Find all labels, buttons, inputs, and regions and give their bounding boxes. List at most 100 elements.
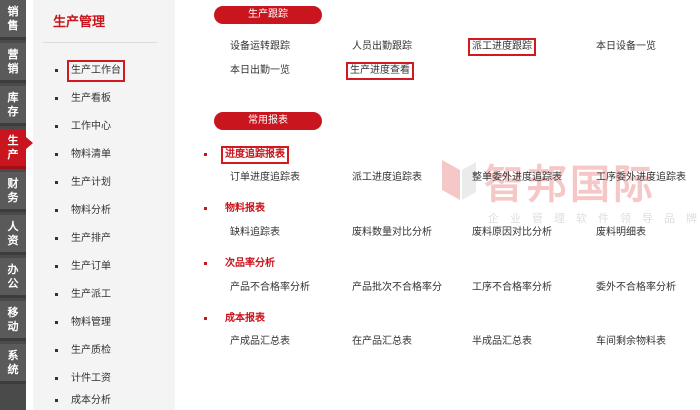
bullet-icon [55, 68, 58, 72]
bullet-icon [55, 320, 58, 324]
submenu-item-material-mgmt[interactable]: 物料管理 [55, 312, 115, 332]
report-heading-label: 成本报表 [225, 313, 265, 324]
rail-item-char: 资 [7, 234, 19, 247]
rail-item-inventory[interactable]: 库 存 [0, 86, 26, 126]
production-submenu: 生产管理 生产工作台 生产看板 工作中心 物料清单 生产计划 物料分析 生产排产… [33, 0, 175, 410]
rail-item-char: 公 [7, 277, 19, 290]
report-heading-label: 次品率分析 [225, 258, 275, 269]
link-outsource-order-progress[interactable]: 整单委外进度追踪表 [468, 169, 566, 187]
rail-item-char: 销 [7, 62, 19, 75]
link-attendance-tracking[interactable]: 人员出勤跟踪 [348, 38, 416, 56]
rail-item-char: 库 [7, 91, 19, 104]
link-outsource-defect[interactable]: 委外不合格率分析 [592, 279, 680, 297]
report-heading-label: 进度追踪报表 [221, 146, 289, 164]
submenu-item-label: 物料清单 [71, 149, 111, 160]
link-semi-finished-summary[interactable]: 半成品汇总表 [468, 333, 536, 351]
bullet-icon [55, 376, 58, 380]
bullet-icon [55, 398, 58, 402]
report-heading-progress: 进度追踪报表 [204, 146, 289, 164]
bullet-icon [204, 261, 207, 265]
bullet-icon [55, 152, 58, 156]
link-equipment-tracking[interactable]: 设备运转跟踪 [226, 38, 294, 56]
link-product-defect[interactable]: 产品不合格率分析 [226, 279, 314, 297]
link-equipment-today[interactable]: 本日设备一览 [592, 38, 660, 56]
submenu-item-label: 生产工作台 [67, 60, 125, 82]
rail-item-sales[interactable]: 销 售 [0, 0, 26, 40]
submenu-title: 生产管理 [53, 15, 106, 30]
submenu-item-label: 生产看板 [71, 93, 111, 104]
link-scrap-quantity[interactable]: 废料数量对比分析 [348, 224, 436, 242]
rail-item-char: 财 [7, 177, 19, 190]
link-production-progress[interactable]: 生产进度查看 [346, 62, 414, 80]
link-outsource-process-progress[interactable]: 工序委外进度追踪表 [592, 169, 690, 187]
rail-item-system[interactable]: 系 统 [0, 344, 26, 384]
submenu-item-label: 生产排产 [71, 233, 111, 244]
submenu-divider [43, 42, 157, 43]
link-scrap-reason[interactable]: 废料原因对比分析 [468, 224, 556, 242]
submenu-item-label: 生产派工 [71, 289, 111, 300]
rail-item-char: 务 [7, 191, 19, 204]
report-heading-material: 物料报表 [204, 200, 269, 218]
submenu-item-label: 生产计划 [71, 177, 111, 188]
submenu-item-workbench[interactable]: 生产工作台 [55, 60, 125, 82]
rail-item-char: 营 [7, 48, 19, 61]
submenu-item-kanban[interactable]: 生产看板 [55, 88, 115, 108]
bullet-icon [55, 124, 58, 128]
link-dispatch-progress-report[interactable]: 派工进度追踪表 [348, 169, 426, 187]
module-rail: 销 售 营 销 库 存 生 产 财 务 人 资 办 公 移 动 系 统 [0, 0, 26, 410]
bullet-icon [55, 348, 58, 352]
bullet-icon [55, 292, 58, 296]
submenu-item-label: 生产订单 [71, 261, 111, 272]
rail-item-mobile[interactable]: 移 动 [0, 301, 26, 341]
rail-item-char: 产 [7, 148, 19, 161]
submenu-item-bom[interactable]: 物料清单 [55, 144, 115, 164]
rail-item-char: 人 [7, 220, 19, 233]
submenu-item-label: 物料管理 [71, 317, 111, 328]
submenu-item-piece-wage[interactable]: 计件工资 [55, 368, 115, 388]
bullet-icon [55, 96, 58, 100]
link-workshop-remaining[interactable]: 车间剩余物料表 [592, 333, 670, 351]
rail-item-marketing[interactable]: 营 销 [0, 43, 26, 83]
bullet-icon [55, 208, 58, 212]
link-dispatch-progress[interactable]: 派工进度跟踪 [468, 38, 536, 56]
submenu-item-orders[interactable]: 生产订单 [55, 256, 115, 276]
submenu-item-label: 工作中心 [71, 121, 111, 132]
submenu-item-plan[interactable]: 生产计划 [55, 172, 115, 192]
rail-item-production[interactable]: 生 产 [0, 129, 26, 169]
rail-item-finance[interactable]: 财 务 [0, 172, 26, 212]
submenu-item-label: 计件工资 [71, 373, 111, 384]
rail-item-char: 存 [7, 105, 19, 118]
submenu-item-label: 成本分析 [71, 395, 111, 406]
bullet-icon [55, 236, 58, 240]
active-module-arrow-icon [26, 137, 33, 149]
link-batch-defect[interactable]: 产品批次不合格率分 [348, 279, 446, 297]
submenu-item-cost[interactable]: 成本分析 [55, 390, 115, 410]
link-finished-summary[interactable]: 产成品汇总表 [226, 333, 294, 351]
link-wip-summary[interactable]: 在产品汇总表 [348, 333, 416, 351]
submenu-item-quality[interactable]: 生产质检 [55, 340, 115, 360]
bullet-icon [204, 152, 207, 156]
report-heading-label: 物料报表 [225, 203, 265, 214]
submenu-item-material-analysis[interactable]: 物料分析 [55, 200, 115, 220]
rail-item-char: 移 [7, 306, 19, 319]
submenu-item-scheduling[interactable]: 生产排产 [55, 228, 115, 248]
section-pill-tracking: 生产跟踪 [214, 6, 322, 24]
link-attendance-today[interactable]: 本日出勤一览 [226, 62, 294, 80]
bullet-icon [204, 206, 207, 210]
report-heading-cost: 成本报表 [204, 310, 269, 328]
bullet-icon [55, 264, 58, 268]
rail-item-char: 系 [7, 349, 19, 362]
rail-item-char: 生 [7, 134, 19, 147]
bullet-icon [204, 316, 207, 320]
submenu-item-work-center[interactable]: 工作中心 [55, 116, 115, 136]
submenu-item-label: 生产质检 [71, 345, 111, 356]
report-heading-defect: 次品率分析 [204, 255, 279, 273]
link-order-progress[interactable]: 订单进度追踪表 [226, 169, 304, 187]
link-shortage-tracking[interactable]: 缺料追踪表 [226, 224, 284, 242]
rail-item-office[interactable]: 办 公 [0, 258, 26, 298]
submenu-item-dispatch[interactable]: 生产派工 [55, 284, 115, 304]
submenu-item-label: 物料分析 [71, 205, 111, 216]
link-process-defect[interactable]: 工序不合格率分析 [468, 279, 556, 297]
rail-item-hr[interactable]: 人 资 [0, 215, 26, 255]
link-scrap-detail[interactable]: 废料明细表 [592, 224, 650, 242]
